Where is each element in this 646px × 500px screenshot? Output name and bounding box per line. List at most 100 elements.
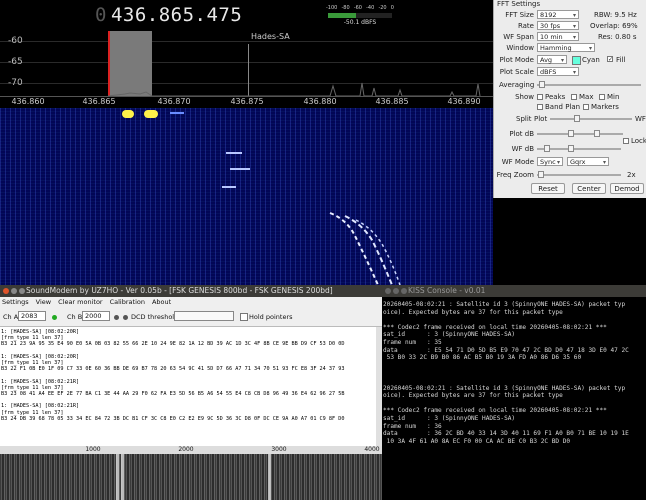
menu-calibration[interactable]: Calibration [110, 297, 145, 308]
tone-trace [121, 454, 124, 500]
fft-settings-panel: FFT Settings FFT Size 8192 RBW: 9.5 Hz R… [493, 0, 646, 198]
channel-controls: Ch A 2083 Ch B 2000 DCD threshold Hold p… [0, 308, 382, 327]
menu-view[interactable]: View [36, 297, 51, 308]
tone-trace [116, 454, 119, 500]
window-title: KISS Console - v0.01 [408, 286, 486, 295]
markers-checkbox[interactable] [583, 104, 589, 110]
color-swatch[interactable] [572, 56, 581, 65]
plot-scale-label: Plot Scale [499, 68, 534, 76]
kiss-titlebar[interactable]: KISS Console - v0.01 [382, 285, 646, 297]
hold-pointers-label: Hold pointers [249, 313, 293, 321]
soundmodem-titlebar[interactable]: SoundModem by UZ7HO - Ver 0.05b - [FSK G… [0, 285, 382, 297]
peaks-checkbox[interactable] [537, 94, 543, 100]
ch-a-input[interactable]: 2083 [18, 311, 46, 321]
wf-span-select[interactable]: 10 min [537, 32, 579, 42]
ruler-tick: 4000 [364, 446, 380, 453]
rate-label: Rate [517, 22, 534, 30]
center-button[interactable]: Center [572, 183, 606, 194]
min-checkbox[interactable] [599, 94, 605, 100]
plot-db-label: Plot dB [509, 130, 534, 138]
plot-mode-select[interactable]: Avg [537, 55, 567, 65]
dcd-threshold-slider[interactable] [174, 311, 234, 321]
wf-span-label: WF Span [503, 33, 534, 41]
menu-clear-monitor[interactable]: Clear monitor [58, 297, 103, 308]
freq-tick: 436.885 [375, 97, 409, 106]
lock-label: Lock [631, 137, 646, 145]
averaging-slider[interactable] [537, 84, 641, 86]
sdr-display[interactable]: -60 -65 -70 Hades-SA 0 436.865.475 -100 -… [0, 0, 493, 285]
maximize-icon[interactable] [401, 288, 407, 294]
split-label: Split [516, 115, 532, 123]
freq-tick: 436.890 [447, 97, 481, 106]
freq-tick: 436.860 [11, 97, 45, 106]
hold-pointers-checkbox[interactable] [240, 313, 248, 321]
freq-tick: 436.880 [303, 97, 337, 106]
close-icon[interactable] [3, 288, 9, 294]
freq-zoom-slider[interactable] [537, 174, 621, 176]
freq-zoom-value: 2x [627, 171, 636, 179]
max-label: Max [579, 93, 594, 101]
window-title: SoundModem by UZ7HO - Ver 0.05b - [FSK G… [26, 286, 333, 295]
monitor-log[interactable]: 1: [HADES-SA] [08:02:20R] [frm_type 11 l… [0, 327, 376, 446]
window-controls[interactable] [3, 288, 25, 294]
rate-select[interactable]: 30 fps [537, 21, 579, 31]
close-icon[interactable] [385, 288, 391, 294]
panel-title: FFT Settings [497, 0, 541, 8]
menu-about[interactable]: About [152, 297, 171, 308]
rbw-text: RBW: 9.5 Hz [594, 11, 637, 19]
ch-b-led [114, 315, 119, 320]
maximize-icon[interactable] [19, 288, 25, 294]
demod-button[interactable]: Demod [610, 183, 644, 194]
minimize-icon[interactable] [11, 288, 17, 294]
audio-waterfall[interactable] [0, 454, 382, 500]
menu-bar: Settings View Clear monitor Calibration … [0, 297, 382, 308]
plot-db-high-knob[interactable] [594, 130, 600, 137]
console-output[interactable]: 20260405-08:02:21 : Satellite id 3 (Spin… [382, 297, 646, 445]
split-knob[interactable] [574, 115, 580, 122]
plot-db-low-knob[interactable] [568, 130, 574, 137]
wf-db-low-knob[interactable] [544, 145, 550, 152]
tone-trace [268, 454, 271, 500]
color-label: Cyan [582, 56, 600, 64]
overlap-text: Overlap: 69% [590, 22, 638, 30]
spectrum-plot[interactable]: -60 -65 -70 Hades-SA 0 436.865.475 -100 -… [0, 0, 493, 106]
window-select[interactable]: Hamming [537, 43, 595, 53]
wf-colormap-select[interactable]: Gqrx [567, 157, 609, 167]
spectrum-trace [107, 82, 481, 97]
freq-zoom-knob[interactable] [538, 171, 544, 178]
averaging-label: Averaging [499, 81, 535, 89]
max-checkbox[interactable] [571, 94, 577, 100]
show-label: Show [515, 93, 534, 101]
menu-settings[interactable]: Settings [2, 297, 29, 308]
plot-scale-select[interactable]: dBFS [537, 67, 579, 77]
fill-label: Fill [616, 56, 626, 64]
ruler-tick: 2000 [178, 446, 194, 453]
window-controls[interactable] [385, 288, 407, 294]
ruler-tick: 3000 [271, 446, 287, 453]
freq-tick: 436.875 [230, 97, 264, 106]
freq-tick: 436.870 [157, 97, 191, 106]
ch-b-input[interactable]: 2000 [82, 311, 110, 321]
band-plan-label: Band Plan [545, 103, 581, 111]
ruler-tick: 1000 [85, 446, 101, 453]
wf-mode-select[interactable]: Sync [537, 157, 563, 167]
window-label: Window [506, 44, 534, 52]
plot-mode-label: Plot Mode [499, 56, 535, 64]
band-plan-checkbox[interactable] [537, 104, 543, 110]
fft-size-select[interactable]: 8192 [537, 10, 579, 20]
fill-checkbox[interactable]: ✓ [607, 56, 613, 63]
waterfall-display[interactable] [0, 108, 493, 285]
plot-db-range[interactable] [537, 133, 623, 135]
wf-db-high-knob[interactable] [568, 145, 574, 152]
minimize-icon[interactable] [393, 288, 399, 294]
lock-checkbox[interactable] [623, 138, 629, 144]
reset-button[interactable]: Reset [531, 183, 565, 194]
ch-a-label: Ch A [3, 313, 19, 321]
peaks-label: Peaks [545, 93, 566, 101]
dcd-label: DCD threshold [131, 313, 179, 321]
averaging-knob[interactable] [539, 81, 545, 88]
ch-b-label: Ch B [67, 313, 83, 321]
kiss-console-window: KISS Console - v0.01 20260405-08:02:21 :… [382, 285, 646, 500]
split-slider[interactable] [550, 118, 632, 120]
wf-db-label: WF dB [511, 145, 534, 153]
